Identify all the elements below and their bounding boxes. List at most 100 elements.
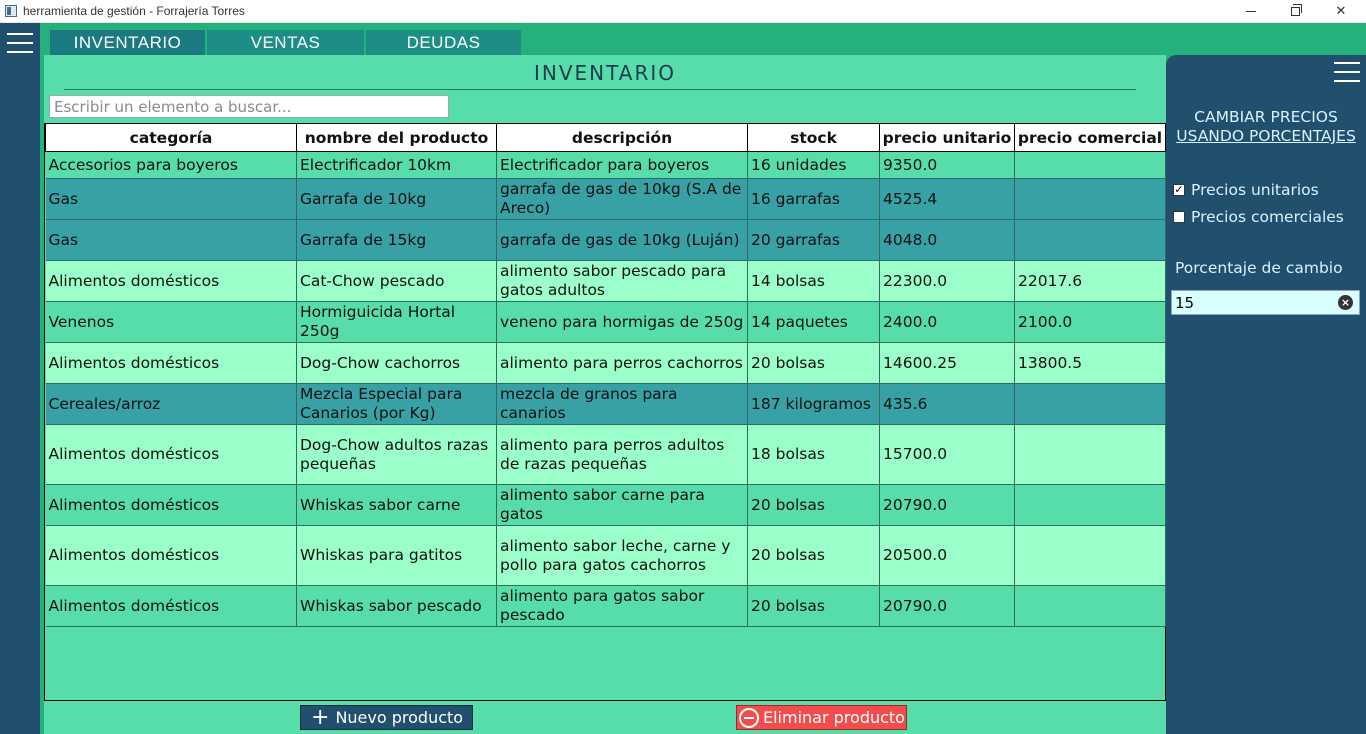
cell-descripcion: alimento sabor pescado para gatos adulto…: [496, 260, 748, 302]
tab-ventas[interactable]: VENTAS: [207, 30, 364, 55]
column-header-descripcion[interactable]: descripción: [496, 123, 748, 152]
cell-categoria: Alimentos domésticos: [45, 585, 297, 627]
column-header-precio-unitario[interactable]: precio unitario: [879, 123, 1015, 152]
cell-precio-comercial: [1014, 178, 1166, 220]
cell-stock: 16 garrafas: [747, 178, 880, 220]
cell-categoria: Cereales/arroz: [45, 383, 297, 425]
cell-precio-unitario: 435.6: [879, 383, 1015, 425]
main-menu-hamburger-icon[interactable]: [7, 33, 33, 53]
cell-categoria: Venenos: [45, 301, 297, 343]
cell-categoria: Gas: [45, 178, 297, 220]
table-row[interactable]: Alimentos domésticos Whiskas para gatitos…: [45, 525, 1166, 586]
cell-descripcion: alimento para perros adultos de razas pe…: [496, 424, 748, 485]
window-title: herramienta de gestión - Forrajería Torr…: [23, 4, 245, 18]
cell-precio-unitario: 20790.0: [879, 585, 1015, 627]
tab-deudas[interactable]: DEUDAS: [366, 30, 521, 55]
cell-nombre: Cat-Chow pescado: [296, 260, 497, 302]
left-rail: [0, 23, 40, 734]
unit-prices-option[interactable]: ✓ Precios unitarios: [1173, 181, 1319, 199]
cell-categoria: Alimentos domésticos: [45, 424, 297, 485]
commercial-prices-checkbox[interactable]: [1173, 211, 1185, 223]
cell-precio-unitario: 15700.0: [879, 424, 1015, 485]
cell-precio-comercial: 2100.0: [1014, 301, 1166, 343]
table-row[interactable]: Gas Garrafa de 10kg garrafa de gas de 10kg…: [45, 178, 1166, 220]
cell-precio-comercial: [1014, 525, 1166, 586]
tab-inventario[interactable]: INVENTARIO: [50, 30, 205, 55]
restore-button[interactable]: [1272, 0, 1318, 22]
cell-precio-unitario: 20500.0: [879, 525, 1015, 586]
percentage-input[interactable]: [1171, 290, 1360, 315]
price-panel-title-line1: CAMBIAR PRECIOS: [1194, 108, 1338, 126]
close-button[interactable]: ✕: [1318, 0, 1364, 22]
cell-categoria: Alimentos domésticos: [45, 484, 297, 526]
cell-categoria: Alimentos domésticos: [45, 260, 297, 302]
table-row[interactable]: Alimentos domésticos Dog-Chow adultos raz…: [45, 424, 1166, 485]
commercial-prices-option[interactable]: Precios comerciales: [1173, 208, 1344, 226]
cell-nombre: Whiskas sabor pescado: [296, 585, 497, 627]
clear-input-icon[interactable]: ×: [1338, 295, 1353, 310]
price-panel-title-line2: USANDO PORCENTAJES: [1176, 127, 1356, 145]
cell-stock: 20 bolsas: [747, 342, 880, 384]
cell-descripcion: garrafa de gas de 10kg (S.A de Areco): [496, 178, 748, 220]
cell-nombre: Electrificador 10km: [296, 151, 497, 179]
percentage-label: Porcentaje de cambio: [1175, 259, 1343, 277]
table-row[interactable]: Gas Garrafa de 15kg garrafa de gas de 10kg…: [45, 219, 1166, 261]
cell-precio-comercial: [1014, 484, 1166, 526]
close-icon: ✕: [1335, 3, 1347, 19]
cell-precio-unitario: 14600.25: [879, 342, 1015, 384]
column-header-stock[interactable]: stock: [747, 123, 880, 152]
cell-nombre: Hormiguicida Hortal 250g: [296, 301, 497, 343]
new-product-button[interactable]: + Nuevo producto: [300, 705, 473, 730]
cell-precio-comercial: 22017.6: [1014, 260, 1166, 302]
cell-stock: 18 bolsas: [747, 424, 880, 485]
cell-precio-unitario: 22300.0: [879, 260, 1015, 302]
table-row[interactable]: Cereales/arroz Mezcla Especial para Canar…: [45, 383, 1166, 425]
cell-descripcion: Electrificador para boyeros: [496, 151, 748, 179]
unit-prices-checkbox[interactable]: ✓: [1173, 184, 1185, 196]
cell-nombre: Mezcla Especial para Canarios (por Kg): [296, 383, 497, 425]
table-row[interactable]: Alimentos domésticos Whiskas sabor pescad…: [45, 585, 1166, 627]
app-window-icon: [5, 5, 17, 17]
inventory-content: INVENTARIO categoría nombre del producto…: [44, 55, 1166, 734]
plus-icon: +: [311, 704, 330, 730]
column-header-categoria[interactable]: categoría: [45, 123, 297, 152]
cell-nombre: Whiskas sabor carne: [296, 484, 497, 526]
cell-categoria: Gas: [45, 219, 297, 261]
cell-descripcion: veneno para hormigas de 250g: [496, 301, 748, 343]
cell-nombre: Whiskas para gatitos: [296, 525, 497, 586]
delete-product-button[interactable]: Eliminar producto: [736, 705, 907, 730]
window-titlebar: herramienta de gestión - Forrajería Torr…: [0, 0, 1366, 23]
cell-precio-comercial: [1014, 219, 1166, 261]
main-tabs: INVENTARIO VENTAS DEUDAS: [50, 30, 523, 55]
table-row[interactable]: Alimentos domésticos Dog-Chow cachorros al…: [45, 342, 1166, 384]
search-input[interactable]: [49, 95, 449, 118]
delete-product-label: Eliminar producto: [763, 708, 905, 727]
price-panel-title: CAMBIAR PRECIOS USANDO PORCENTAJES: [1166, 108, 1366, 146]
table-header-row: categoría nombre del producto descripció…: [45, 123, 1166, 152]
cell-precio-unitario: 2400.0: [879, 301, 1015, 343]
column-header-precio-comercial[interactable]: precio comercial: [1014, 123, 1166, 152]
minimize-button[interactable]: [1228, 0, 1274, 22]
cell-precio-comercial: [1014, 151, 1166, 179]
cell-nombre: Dog-Chow adultos razas pequeñas: [296, 424, 497, 485]
cell-precio-unitario: 4048.0: [879, 219, 1015, 261]
table-row[interactable]: Accesorios para boyeros Electrificador 10…: [45, 151, 1166, 179]
inventory-table: categoría nombre del producto descripció…: [45, 123, 1166, 627]
cell-descripcion: alimento para perros cachorros: [496, 342, 748, 384]
cell-stock: 14 paquetes: [747, 301, 880, 343]
cell-stock: 14 bolsas: [747, 260, 880, 302]
table-row[interactable]: Alimentos domésticos Cat-Chow pescado alim…: [45, 260, 1166, 302]
cell-stock: 187 kilogramos: [747, 383, 880, 425]
cell-stock: 20 bolsas: [747, 484, 880, 526]
table-row[interactable]: Venenos Hormiguicida Hortal 250g veneno pa…: [45, 301, 1166, 343]
cell-nombre: Garrafa de 15kg: [296, 219, 497, 261]
unit-prices-label: Precios unitarios: [1191, 181, 1319, 199]
restore-icon: [1290, 3, 1302, 16]
app-root: INVENTARIO VENTAS DEUDAS INVENTARIO cate…: [0, 23, 1366, 734]
cell-descripcion: alimento para gatos sabor pescado: [496, 585, 748, 627]
table-row[interactable]: Alimentos domésticos Whiskas sabor carne a…: [45, 484, 1166, 526]
panel-menu-hamburger-icon[interactable]: [1334, 62, 1360, 82]
column-header-nombre[interactable]: nombre del producto: [296, 123, 497, 152]
page-title: INVENTARIO: [533, 61, 677, 85]
minimize-icon: [1246, 10, 1256, 12]
